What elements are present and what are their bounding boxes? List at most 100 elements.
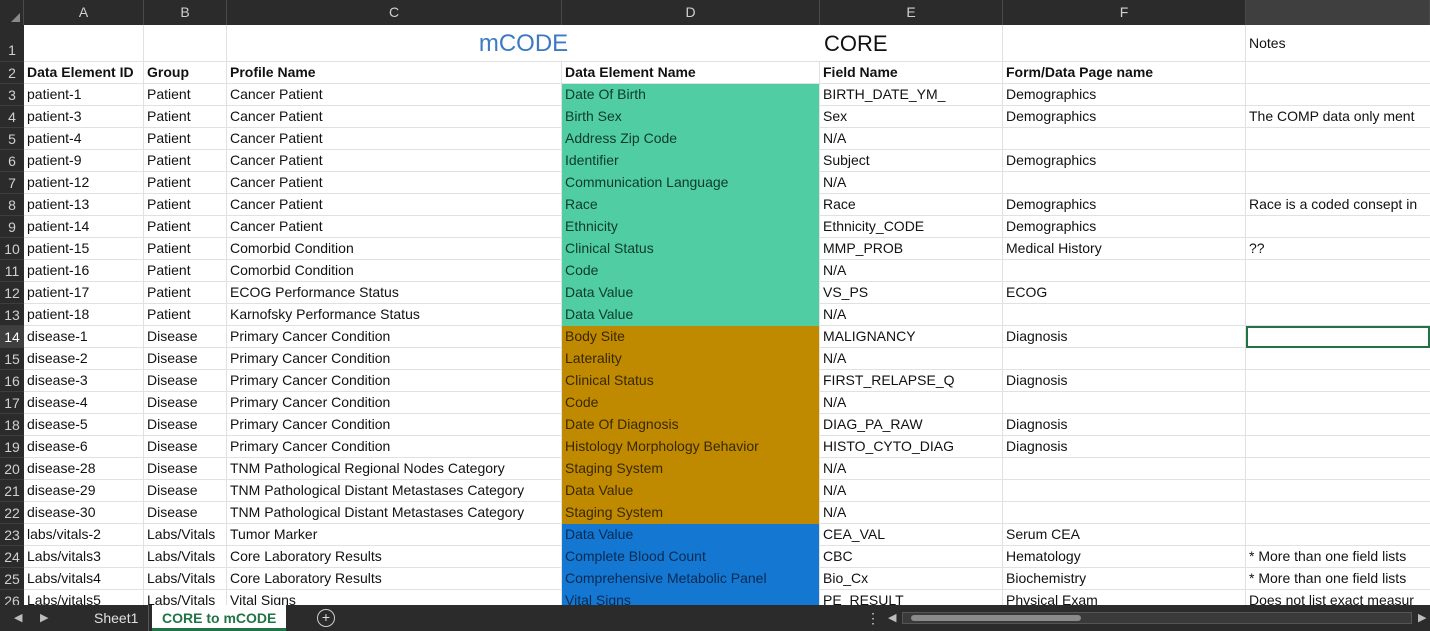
cell-f19[interactable]: Diagnosis [1003,436,1246,458]
cell-g5[interactable] [1246,128,1430,150]
cell-c24[interactable]: Core Laboratory Results [227,546,562,568]
row-header[interactable]: 4 [0,106,24,128]
row-header[interactable]: 8 [0,194,24,216]
cell-b7[interactable]: Patient [144,172,227,194]
cell-g10[interactable]: ?? [1246,238,1430,260]
cell-d5[interactable]: Address Zip Code [562,128,820,150]
cell-b19[interactable]: Disease [144,436,227,458]
cell-e10[interactable]: MMP_PROB [820,238,1003,260]
cell-f21[interactable] [1003,480,1246,502]
cell-f10[interactable]: Medical History [1003,238,1246,260]
cell-g13[interactable] [1246,304,1430,326]
row-header[interactable]: 12 [0,282,24,304]
cell-c13[interactable]: Karnofsky Performance Status [227,304,562,326]
cell-a8[interactable]: patient-13 [24,194,144,216]
row-header[interactable]: 23 [0,524,24,546]
cell-c8[interactable]: Cancer Patient [227,194,562,216]
cell-g26[interactable]: Does not list exact measur [1246,590,1430,605]
cell-b3[interactable]: Patient [144,84,227,106]
row-header[interactable]: 21 [0,480,24,502]
cell-f2[interactable]: Form/Data Page name [1003,62,1246,84]
cell-d15[interactable]: Laterality [562,348,820,370]
cell-e14[interactable]: MALIGNANCY [820,326,1003,348]
cell-f25[interactable]: Biochemistry [1003,568,1246,590]
cell-b21[interactable]: Disease [144,480,227,502]
row-header[interactable]: 26 [0,590,24,605]
cell-c23[interactable]: Tumor Marker [227,524,562,546]
cell-d7[interactable]: Communication Language [562,172,820,194]
cell-c15[interactable]: Primary Cancer Condition [227,348,562,370]
cell-d14[interactable]: Body Site [562,326,820,348]
cell-b24[interactable]: Labs/Vitals [144,546,227,568]
row-header[interactable]: 15 [0,348,24,370]
cell-e17[interactable]: N/A [820,392,1003,414]
cell-c6[interactable]: Cancer Patient [227,150,562,172]
cell-a26[interactable]: Labs/vitals5 [24,590,144,605]
tab-core-to-mcode[interactable]: CORE to mCODE [152,605,287,631]
cell-e25[interactable]: Bio_Cx [820,568,1003,590]
cell-g9[interactable] [1246,216,1430,238]
cell-g12[interactable] [1246,282,1430,304]
cell-b11[interactable]: Patient [144,260,227,282]
row-header[interactable]: 24 [0,546,24,568]
row-header[interactable]: 19 [0,436,24,458]
row-header[interactable]: 10 [0,238,24,260]
cell-a22[interactable]: disease-30 [24,502,144,524]
cell-f22[interactable] [1003,502,1246,524]
cell-e1[interactable]: CORE [820,25,1003,62]
cell-g14[interactable] [1246,326,1430,348]
cell-e2[interactable]: Field Name [820,62,1003,84]
scroll-right-icon[interactable]: ▶ [1418,605,1426,631]
cell-b10[interactable]: Patient [144,238,227,260]
cell-g22[interactable] [1246,502,1430,524]
cell-c20[interactable]: TNM Pathological Regional Nodes Category [227,458,562,480]
cell-f9[interactable]: Demographics [1003,216,1246,238]
cell-b9[interactable]: Patient [144,216,227,238]
cell-g4[interactable]: The COMP data only ment [1246,106,1430,128]
cell-a24[interactable]: Labs/vitals3 [24,546,144,568]
cell-e7[interactable]: N/A [820,172,1003,194]
more-options-icon[interactable]: ⋮ [866,605,880,631]
cell-g19[interactable] [1246,436,1430,458]
row-header[interactable]: 16 [0,370,24,392]
row-header[interactable]: 22 [0,502,24,524]
cell-g11[interactable] [1246,260,1430,282]
cell-d25[interactable]: Comprehensive Metabolic Panel [562,568,820,590]
cell-g16[interactable] [1246,370,1430,392]
cell-b5[interactable]: Patient [144,128,227,150]
cell-b20[interactable]: Disease [144,458,227,480]
column-header-b[interactable]: B [144,0,227,25]
cell-e21[interactable]: N/A [820,480,1003,502]
scroll-left-icon[interactable]: ◀ [888,605,896,631]
tab-sheet1[interactable]: Sheet1 [84,605,150,631]
cell-c17[interactable]: Primary Cancer Condition [227,392,562,414]
cell-e9[interactable]: Ethnicity_CODE [820,216,1003,238]
cell-e11[interactable]: N/A [820,260,1003,282]
cell-e6[interactable]: Subject [820,150,1003,172]
cell-a10[interactable]: patient-15 [24,238,144,260]
column-header-e[interactable]: E [820,0,1003,25]
cell-a1[interactable] [24,25,144,62]
cell-b23[interactable]: Labs/Vitals [144,524,227,546]
cell-e12[interactable]: VS_PS [820,282,1003,304]
cell-c16[interactable]: Primary Cancer Condition [227,370,562,392]
column-header-g[interactable] [1246,0,1430,25]
cell-g25[interactable]: * More than one field lists [1246,568,1430,590]
cell-a25[interactable]: Labs/vitals4 [24,568,144,590]
cell-c7[interactable]: Cancer Patient [227,172,562,194]
select-all-button[interactable] [0,0,24,25]
cell-f24[interactable]: Hematology [1003,546,1246,568]
column-header-f[interactable]: F [1003,0,1246,25]
cell-b26[interactable]: Labs/Vitals [144,590,227,605]
cell-c26[interactable]: Vital Signs [227,590,562,605]
cell-g1[interactable]: Notes [1246,25,1430,62]
cell-d4[interactable]: Birth Sex [562,106,820,128]
cell-e23[interactable]: CEA_VAL [820,524,1003,546]
cell-d8[interactable]: Race [562,194,820,216]
cell-c5[interactable]: Cancer Patient [227,128,562,150]
cell-e16[interactable]: FIRST_RELAPSE_Q [820,370,1003,392]
cell-e15[interactable]: N/A [820,348,1003,370]
cell-a12[interactable]: patient-17 [24,282,144,304]
column-header-d[interactable]: D [562,0,820,25]
row-header[interactable]: 13 [0,304,24,326]
